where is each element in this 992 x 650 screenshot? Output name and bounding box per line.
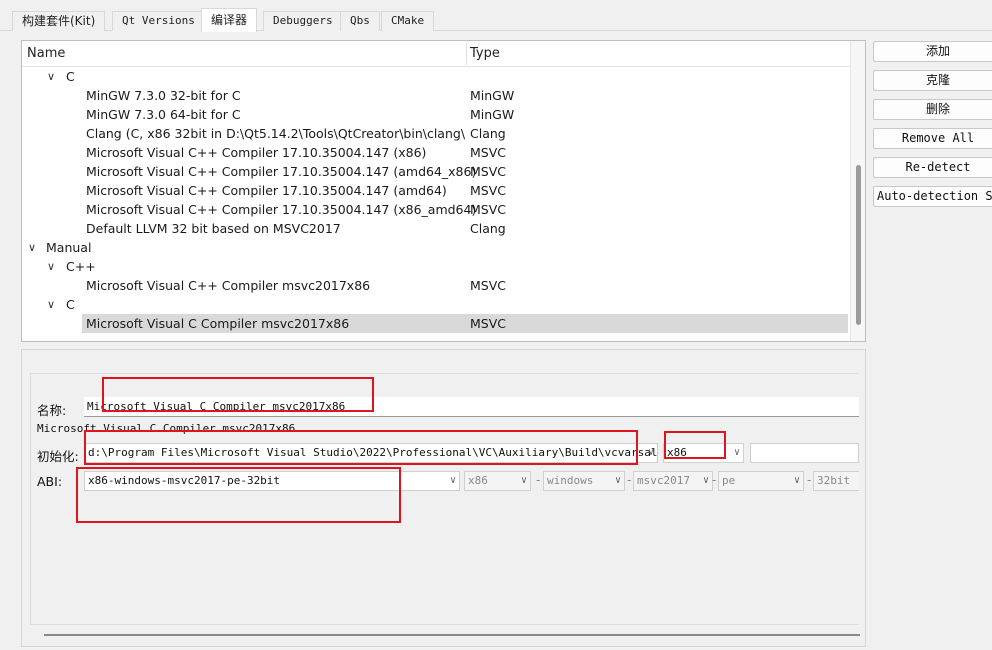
compiler-name: MinGW 7.3.0 32-bit for C	[86, 88, 241, 103]
auto-detection-settings-button[interactable]: Auto-detection Settings...	[873, 186, 992, 207]
compiler-type: MSVC	[470, 145, 506, 160]
abi-format-combo[interactable]: pe ∨	[718, 471, 804, 491]
tree-row-selected[interactable]: Microsoft Visual C Compiler msvc2017x86 …	[22, 314, 850, 333]
tree-row[interactable]: Microsoft Visual C++ Compiler 17.10.3500…	[22, 162, 850, 181]
compiler-type: Clang	[470, 221, 506, 236]
abi-label: ABI:	[37, 474, 63, 489]
tab-bar: 构建套件(Kit) Qt Versions 编译器 Debuggers Qbs …	[0, 0, 992, 32]
tab-kits[interactable]: 构建套件(Kit)	[12, 11, 106, 31]
chevron-down-icon[interactable]: ∨	[648, 444, 654, 462]
abi-arch-combo[interactable]: x86 ∨	[464, 471, 531, 491]
chevron-down-icon[interactable]: ∨	[521, 472, 527, 490]
compiler-name: Microsoft Visual C++ Compiler 17.10.3500…	[86, 164, 477, 179]
tree-row[interactable]: Microsoft Visual C++ Compiler msvc2017x8…	[22, 276, 850, 295]
compiler-name: Microsoft Visual C++ Compiler msvc2017x8…	[86, 278, 371, 293]
chevron-down-icon[interactable]: ∨	[703, 472, 709, 490]
compiler-type: Clang	[470, 126, 506, 141]
abi-width-combo[interactable]: 32bit	[813, 471, 859, 491]
tab-qt-versions[interactable]: Qt Versions	[112, 11, 205, 31]
tree-row[interactable]: Microsoft Visual C++ Compiler 17.10.3500…	[22, 181, 850, 200]
name-label: 名称:	[37, 403, 67, 418]
group-label: Manual	[46, 240, 92, 255]
compiler-name: Microsoft Visual C++ Compiler 17.10.3500…	[86, 183, 447, 198]
compiler-name: Microsoft Visual C++ Compiler 17.10.3500…	[86, 145, 427, 160]
compiler-type: MSVC	[470, 202, 506, 217]
group-label: C	[66, 297, 75, 312]
tree-scrollbar[interactable]	[850, 41, 865, 341]
chevron-down-icon[interactable]: ∨	[28, 238, 36, 257]
chevron-down-icon[interactable]: ∨	[615, 472, 621, 490]
extra-args-field[interactable]	[750, 443, 859, 463]
tab-qbs[interactable]: Qbs	[340, 11, 380, 31]
abi-separator: -	[536, 473, 541, 487]
compiler-type: MSVC	[470, 164, 506, 179]
abi-width-value: 32bit	[817, 474, 851, 487]
abi-format-value: pe	[722, 474, 736, 487]
abi-arch-value: x86	[468, 474, 488, 487]
delete-button[interactable]: 删除	[873, 99, 992, 120]
tree-row[interactable]: Default LLVM 32 bit based on MSVC2017 Cl…	[22, 219, 850, 238]
compiler-type: MSVC	[470, 183, 506, 198]
abi-os-value: windows	[547, 474, 594, 487]
abi-separator: -	[807, 473, 812, 487]
abi-flavor-combo[interactable]: msvc2017 ∨	[633, 471, 713, 491]
tree-row[interactable]: Clang (C, x86 32bit in D:\Qt5.14.2\Tools…	[22, 124, 850, 143]
compiler-name: Default LLVM 32 bit based on MSVC2017	[86, 221, 341, 236]
compiler-name: Microsoft Visual C Compiler msvc2017x86	[86, 316, 350, 331]
chevron-down-icon[interactable]: ∨	[450, 472, 456, 490]
details-horizontal-scrollbar[interactable]	[44, 634, 860, 636]
abi-separator: -	[712, 473, 717, 487]
chevron-down-icon[interactable]: ∨	[47, 295, 55, 314]
compiler-type: MinGW	[470, 107, 515, 122]
column-name-header[interactable]: Name	[27, 41, 65, 67]
abi-separator: -	[627, 473, 632, 487]
annotation-box	[102, 377, 374, 412]
tab-compilers[interactable]: 编译器	[201, 8, 258, 32]
compiler-name: Microsoft Visual C++ Compiler 17.10.3500…	[86, 202, 477, 217]
tree-row[interactable]: MinGW 7.3.0 64-bit for C MinGW	[22, 105, 850, 124]
compiler-name: MinGW 7.3.0 64-bit for C	[86, 107, 241, 122]
annotation-box	[84, 430, 638, 465]
remove-all-button[interactable]: Remove All	[873, 128, 992, 149]
header-divider	[466, 43, 467, 65]
add-button[interactable]: 添加	[873, 41, 992, 62]
redetect-button[interactable]: Re-detect	[873, 157, 992, 178]
scrollbar-thumb[interactable]	[856, 165, 861, 325]
tree-group-manual-cpp[interactable]: ∨ C++	[22, 257, 850, 276]
tree-group-manual[interactable]: ∨ Manual	[22, 238, 850, 257]
compiler-name: Clang (C, x86 32bit in D:\Qt5.14.2\Tools…	[86, 126, 466, 141]
tree-group-manual-c[interactable]: ∨ C	[22, 295, 850, 314]
tree-group-auto-c[interactable]: ∨ C	[22, 67, 850, 86]
chevron-down-icon[interactable]: ∨	[734, 444, 740, 462]
chevron-down-icon[interactable]: ∨	[47, 257, 55, 276]
compiler-tree[interactable]: Name Type ∨ C MinGW 7.3.0 32-bit for C M…	[21, 40, 866, 342]
clone-button[interactable]: 克隆	[873, 70, 992, 91]
annotation-box	[76, 467, 401, 523]
column-type-header[interactable]: Type	[470, 41, 500, 67]
tree-row[interactable]: Microsoft Visual C++ Compiler 17.10.3500…	[22, 143, 850, 162]
annotation-box	[664, 431, 726, 459]
compiler-type: MinGW	[470, 88, 515, 103]
compiler-type: MSVC	[470, 278, 506, 293]
chevron-down-icon[interactable]: ∨	[47, 67, 55, 86]
tree-row[interactable]: Microsoft Visual C++ Compiler 17.10.3500…	[22, 200, 850, 219]
group-label: C++	[66, 259, 96, 274]
chevron-down-icon[interactable]: ∨	[794, 472, 800, 490]
tree-row[interactable]: MinGW 7.3.0 32-bit for C MinGW	[22, 86, 850, 105]
initialization-label: 初始化:	[37, 449, 79, 464]
tab-cmake[interactable]: CMake	[381, 11, 435, 31]
tree-header: Name Type	[22, 41, 850, 67]
tab-debuggers[interactable]: Debuggers	[263, 11, 343, 31]
compiler-type: MSVC	[470, 316, 506, 331]
abi-os-combo[interactable]: windows ∨	[543, 471, 625, 491]
group-label: C	[66, 69, 75, 84]
abi-flavor-value: msvc2017	[637, 474, 690, 487]
